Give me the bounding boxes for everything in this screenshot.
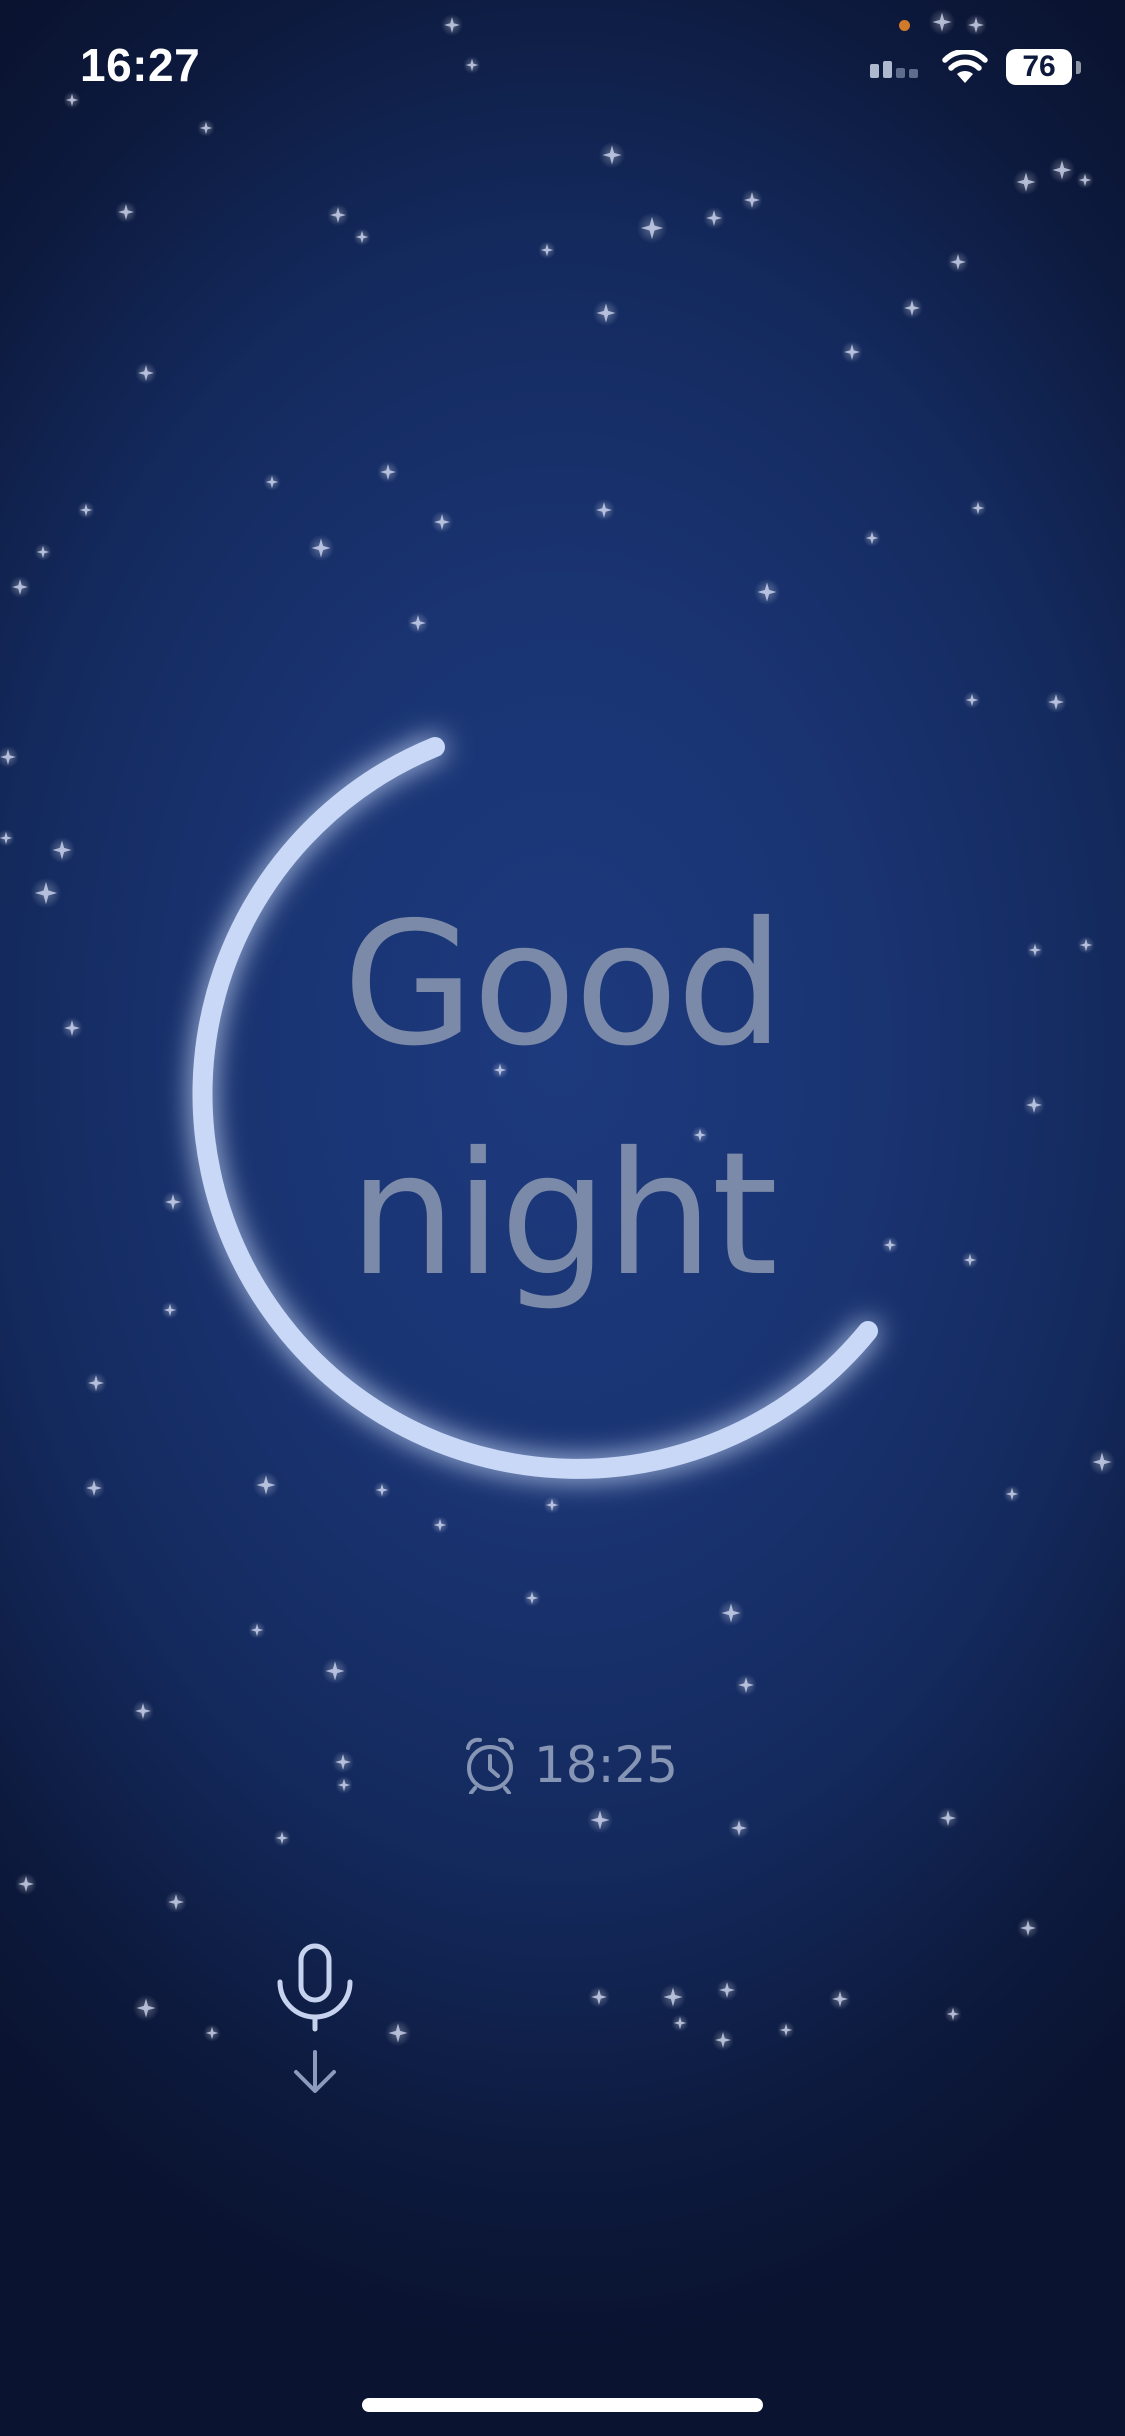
greeting-line-good: Good <box>342 886 785 1084</box>
alarm-clock-icon <box>466 1737 514 1794</box>
sleep-ring-arc <box>192 737 878 1479</box>
greeting-line-night: night <box>348 1116 778 1314</box>
home-indicator[interactable] <box>362 2398 763 2412</box>
alarm-display[interactable]: 18:25 <box>462 1735 678 1795</box>
alarm-time: 18:25 <box>534 1736 679 1794</box>
microphone-download-icon[interactable] <box>270 1940 360 2100</box>
